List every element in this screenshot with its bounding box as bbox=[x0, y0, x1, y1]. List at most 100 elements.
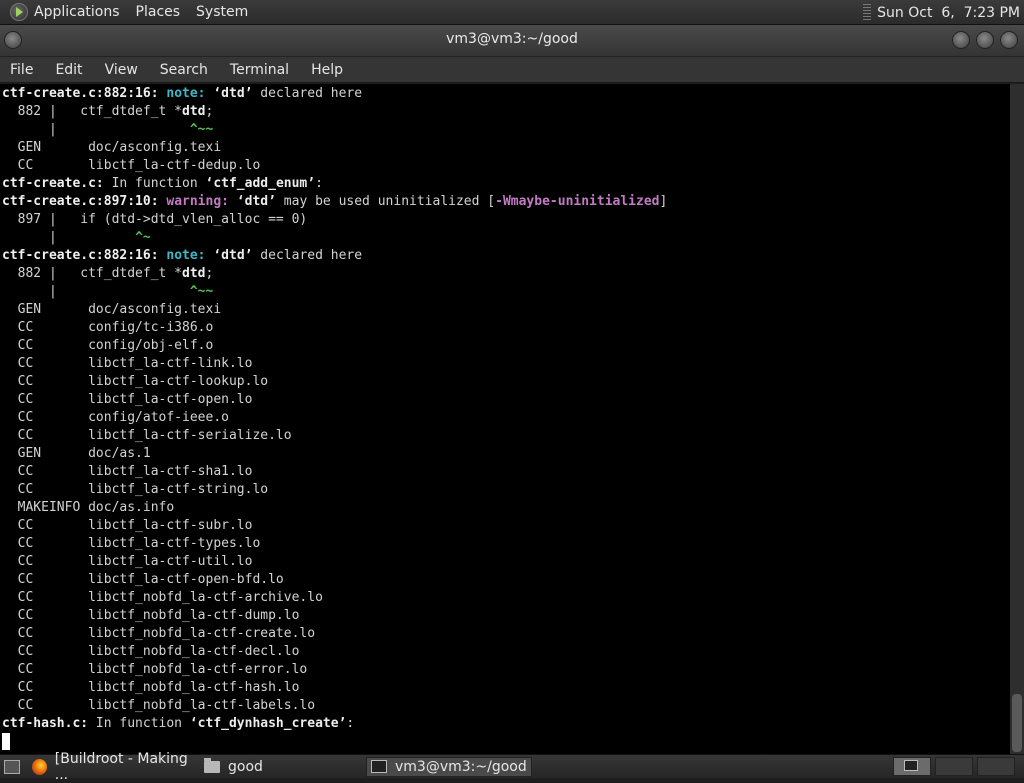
window-titlebar[interactable]: vm3@vm3:~/good bbox=[0, 25, 1024, 57]
terminal-text-segment: 897 | if (dtd->dtd_vlen_alloc == 0) bbox=[2, 212, 308, 227]
terminal-text-segment: warning: bbox=[166, 194, 229, 209]
terminal-text-segment: CC config/tc-i386.o bbox=[2, 320, 214, 335]
terminal-text-segment: CC libctf_nobfd_la-ctf-error.lo bbox=[2, 662, 308, 677]
terminal-text-segment: CC libctf_nobfd_la-ctf-decl.lo bbox=[2, 644, 300, 659]
terminal-line: CC libctf_la-ctf-subr.lo bbox=[2, 517, 667, 535]
terminal-line: | ^~~ bbox=[2, 121, 667, 139]
terminal-scrollbar[interactable] bbox=[1010, 84, 1024, 754]
terminal-text-segment: CC libctf_la-ctf-string.lo bbox=[2, 482, 269, 497]
terminal-line: CC libctf_la-ctf-dedup.lo bbox=[2, 157, 667, 175]
terminal-text-segment: ‘dtd’ bbox=[213, 248, 253, 263]
terminal-line: CC config/tc-i386.o bbox=[2, 319, 667, 337]
terminal-cursor-line bbox=[2, 733, 667, 751]
terminal-text-segment: | bbox=[2, 230, 136, 245]
terminal-line: CC config/atof-ieee.o bbox=[2, 409, 667, 427]
gnome-foot-icon[interactable] bbox=[10, 3, 28, 21]
clock[interactable]: Sun Oct 6, 7:23 PM bbox=[877, 5, 1020, 21]
terminal-text-segment: 882 | ctf_dtdef_t * bbox=[2, 266, 183, 281]
terminal-line: 897 | if (dtd->dtd_vlen_alloc == 0) bbox=[2, 211, 667, 229]
terminal-line: ctf-hash.c: In function ‘ctf_dynhash_cre… bbox=[2, 715, 667, 733]
menu-terminal[interactable]: Terminal bbox=[219, 62, 300, 78]
terminal-text-segment: ‘dtd’ bbox=[236, 194, 276, 209]
terminal-line: CC libctf_la-ctf-serialize.lo bbox=[2, 427, 667, 445]
terminal-menubar: File Edit View Search Terminal Help bbox=[0, 57, 1024, 83]
terminal-text-segment: CC libctf_nobfd_la-ctf-create.lo bbox=[2, 626, 316, 641]
terminal-line: CC libctf_nobfd_la-ctf-decl.lo bbox=[2, 643, 667, 661]
terminal-line: CC libctf_nobfd_la-ctf-archive.lo bbox=[2, 589, 667, 607]
terminal-text-segment: ; bbox=[205, 104, 214, 119]
terminal-line: ctf-create.c: In function ‘ctf_add_enum’… bbox=[2, 175, 667, 193]
terminal-line: | ^~~ bbox=[2, 283, 667, 301]
menu-view[interactable]: View bbox=[94, 62, 149, 78]
terminal-text-segment: CC libctf_nobfd_la-ctf-labels.lo bbox=[2, 698, 316, 713]
terminal-text-segment: note: bbox=[166, 248, 206, 263]
terminal-text-segment: CC libctf_la-ctf-dedup.lo bbox=[2, 158, 261, 173]
minimize-button[interactable] bbox=[952, 31, 970, 49]
terminal-text-segment: CC libctf_la-ctf-lookup.lo bbox=[2, 374, 269, 389]
scrollbar-thumb[interactable] bbox=[1012, 694, 1022, 752]
terminal-line: ctf-create.c:897:10: warning: ‘dtd’ may … bbox=[2, 193, 667, 211]
applications-menu[interactable]: Applications bbox=[34, 4, 120, 20]
bottom-panel: [Buildroot - Making ... good vm3@vm3:~/g… bbox=[0, 751, 1024, 783]
places-menu[interactable]: Places bbox=[136, 4, 181, 20]
terminal-line: CC libctf_nobfd_la-ctf-dump.lo bbox=[2, 607, 667, 625]
terminal-text-segment: In function bbox=[88, 716, 190, 731]
workspace-1[interactable] bbox=[893, 757, 931, 776]
top-panel: Applications Places System Sun Oct 6, 7:… bbox=[0, 0, 1024, 25]
window-title: vm3@vm3:~/good bbox=[446, 31, 578, 47]
terminal-text-segment: CC libctf_nobfd_la-ctf-hash.lo bbox=[2, 680, 300, 695]
task-label: good bbox=[228, 758, 263, 775]
terminal-text-segment: ctf-create.c:882:16: bbox=[2, 248, 159, 263]
menu-file[interactable]: File bbox=[0, 62, 44, 78]
terminal-text-segment: GEN doc/asconfig.texi bbox=[2, 140, 222, 155]
system-menu[interactable]: System bbox=[196, 4, 248, 20]
terminal-text-segment: CC libctf_la-ctf-link.lo bbox=[2, 356, 253, 371]
menu-help[interactable]: Help bbox=[300, 62, 354, 78]
terminal-output[interactable]: ctf-create.c:882:16: note: ‘dtd’ declare… bbox=[0, 84, 1010, 754]
terminal-line: ctf-create.c:882:16: note: ‘dtd’ declare… bbox=[2, 85, 667, 103]
menu-edit[interactable]: Edit bbox=[44, 62, 93, 78]
close-button[interactable] bbox=[1000, 31, 1018, 49]
terminal-line: | ^~ bbox=[2, 229, 667, 247]
terminal-line: CC libctf_nobfd_la-ctf-hash.lo bbox=[2, 679, 667, 697]
task-terminal[interactable]: vm3@vm3:~/good bbox=[366, 756, 532, 777]
terminal-text-segment: note: bbox=[166, 86, 206, 101]
terminal-text-segment: GEN doc/as.1 bbox=[2, 446, 151, 461]
terminal-text-segment: ^~~ bbox=[189, 122, 214, 137]
menu-search[interactable]: Search bbox=[149, 62, 219, 78]
maximize-button[interactable] bbox=[976, 31, 994, 49]
firefox-icon bbox=[32, 758, 47, 775]
terminal-text-segment: ‘ctf_add_enum’ bbox=[205, 176, 316, 191]
terminal-icon bbox=[904, 760, 918, 771]
terminal-text-segment: 882 | ctf_dtdef_t * bbox=[2, 104, 183, 119]
terminal-line: CC libctf_la-ctf-types.lo bbox=[2, 535, 667, 553]
show-desktop-icon[interactable] bbox=[4, 759, 20, 774]
terminal-text-segment: ] bbox=[659, 194, 668, 209]
workspace-2[interactable] bbox=[935, 757, 973, 776]
terminal-line: MAKEINFO doc/as.info bbox=[2, 499, 667, 517]
terminal-line: CC libctf_nobfd_la-ctf-labels.lo bbox=[2, 697, 667, 715]
terminal-text-segment: CC libctf_la-ctf-open-bfd.lo bbox=[2, 572, 284, 587]
terminal-cursor bbox=[2, 733, 10, 750]
task-buildroot[interactable]: [Buildroot - Making ... bbox=[28, 751, 198, 783]
terminal-text-segment: declared here bbox=[252, 86, 363, 101]
terminal-text: ctf-create.c:882:16: note: ‘dtd’ declare… bbox=[2, 85, 667, 751]
terminal-line: CC libctf_la-ctf-util.lo bbox=[2, 553, 667, 571]
terminal-text-segment: CC libctf_nobfd_la-ctf-dump.lo bbox=[2, 608, 300, 623]
terminal-text-segment: CC libctf_nobfd_la-ctf-archive.lo bbox=[2, 590, 323, 605]
terminal-line: CC libctf_la-ctf-open.lo bbox=[2, 391, 667, 409]
terminal-text-segment: CC libctf_la-ctf-sha1.lo bbox=[2, 464, 253, 479]
workspace-3[interactable] bbox=[977, 757, 1015, 776]
terminal-text-segment: CC config/atof-ieee.o bbox=[2, 410, 229, 425]
terminal-text-segment: ctf-create.c:882:16: bbox=[2, 86, 159, 101]
task-good-folder[interactable]: good bbox=[200, 757, 364, 777]
panel-handle-icon bbox=[863, 3, 872, 22]
terminal-text-segment: may be used uninitialized [ bbox=[275, 194, 496, 209]
terminal-line: 882 | ctf_dtdef_t *dtd; bbox=[2, 265, 667, 283]
terminal-line: GEN doc/asconfig.texi bbox=[2, 139, 667, 157]
terminal-text-segment: CC libctf_la-ctf-util.lo bbox=[2, 554, 253, 569]
terminal-text-segment: CC config/obj-elf.o bbox=[2, 338, 214, 353]
folder-icon bbox=[204, 757, 220, 773]
terminal-line: CC libctf_nobfd_la-ctf-create.lo bbox=[2, 625, 667, 643]
